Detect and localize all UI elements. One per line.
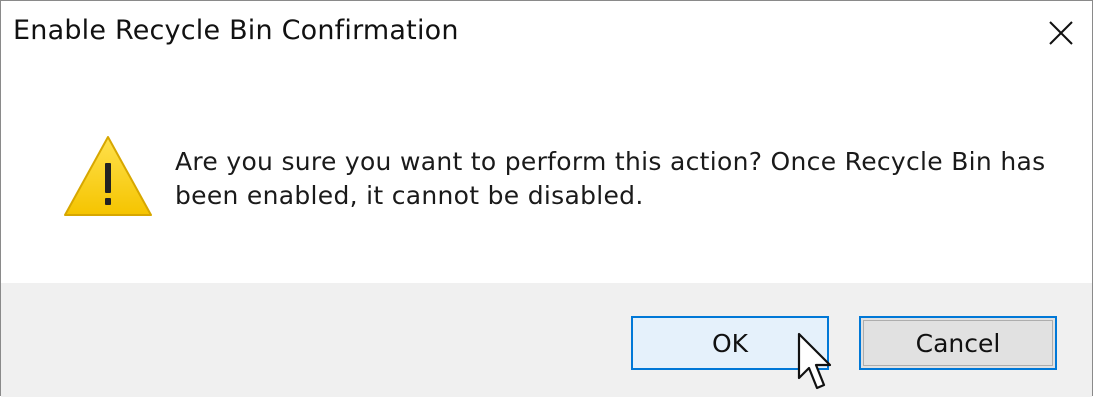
dialog-message: Are you sure you want to perform this ac… bbox=[175, 147, 1046, 210]
close-icon bbox=[1049, 21, 1073, 45]
close-button[interactable] bbox=[1030, 1, 1092, 65]
confirmation-dialog: Enable Recycle Bin Confirmation Are you … bbox=[0, 0, 1093, 397]
warning-icon bbox=[64, 136, 152, 216]
cancel-button-label: Cancel bbox=[915, 328, 1001, 358]
dialog-title: Enable Recycle Bin Confirmation bbox=[13, 15, 459, 46]
dialog-content: Are you sure you want to perform this ac… bbox=[1, 73, 1092, 283]
title-bar: Enable Recycle Bin Confirmation bbox=[1, 1, 1092, 73]
dialog-footer: OK Cancel bbox=[1, 283, 1092, 397]
ok-button[interactable]: OK bbox=[631, 316, 829, 370]
cancel-button[interactable]: Cancel bbox=[859, 316, 1057, 370]
ok-button-label: OK bbox=[711, 328, 749, 358]
